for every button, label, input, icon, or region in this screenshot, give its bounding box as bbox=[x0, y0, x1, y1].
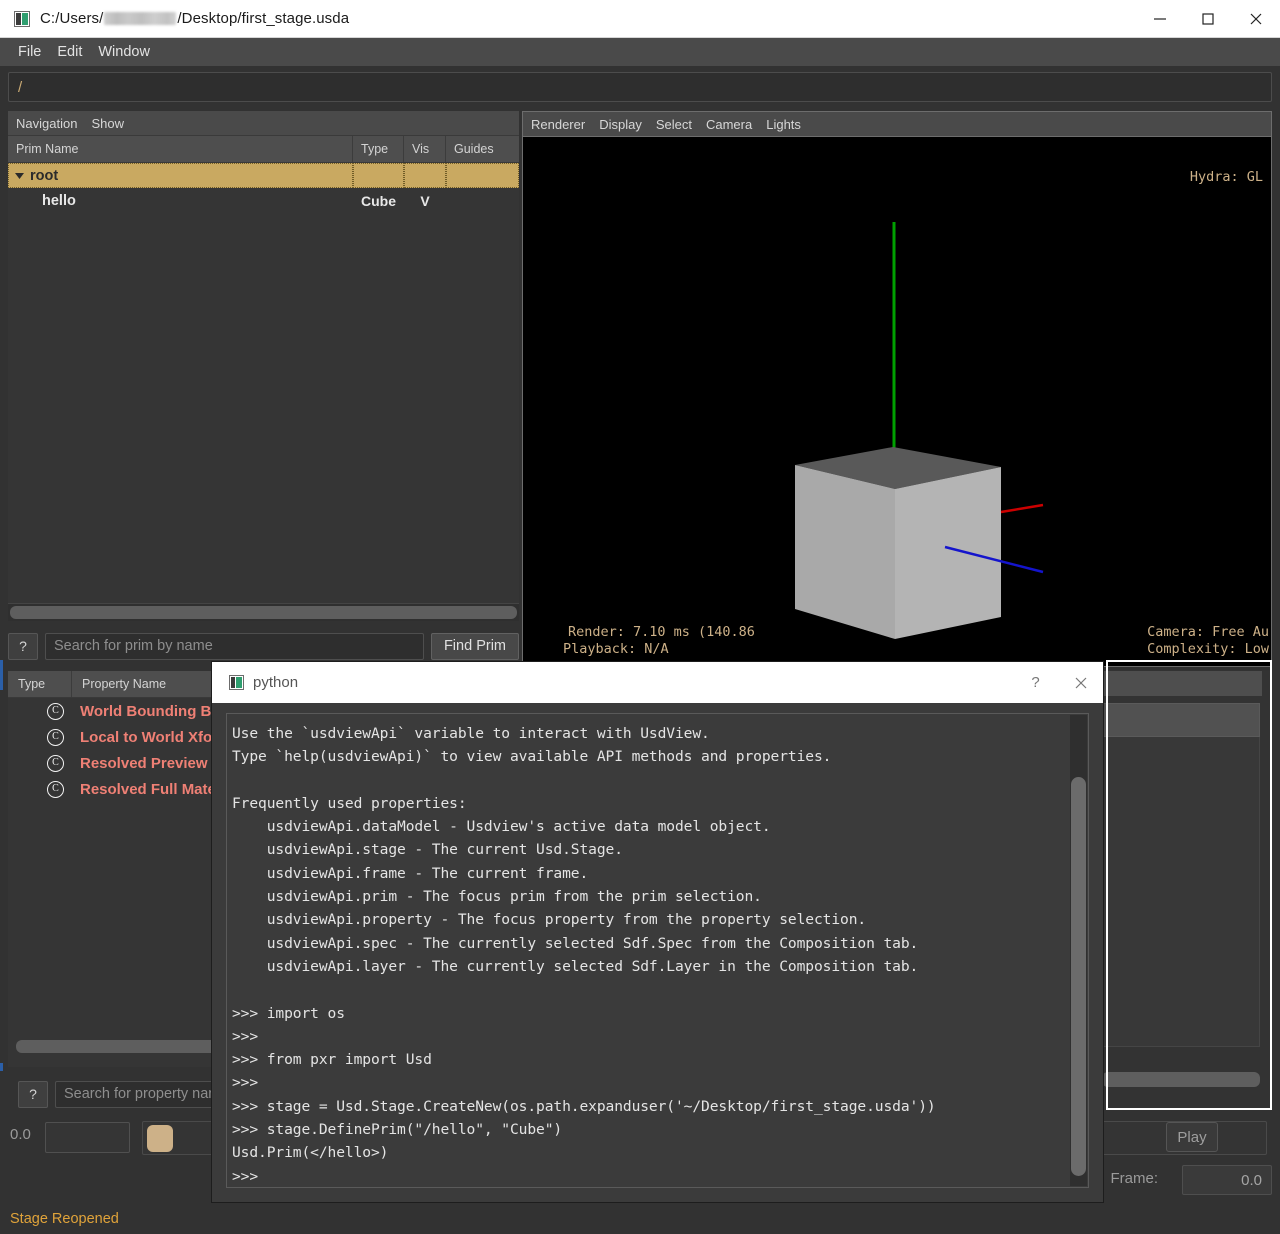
scrollbar-thumb[interactable] bbox=[10, 606, 517, 619]
window-title-suffix: /Desktop/first_stage.usda bbox=[177, 10, 350, 27]
window-edge-accent-2 bbox=[0, 1063, 3, 1071]
console-vscrollbar[interactable] bbox=[1070, 715, 1087, 1186]
hud-camera: Camera: Free Au bbox=[1147, 624, 1269, 640]
close-icon[interactable] bbox=[1058, 662, 1103, 703]
hud-render-stats: Render: 7.10 ms (140.86 bbox=[568, 624, 755, 640]
python-console[interactable]: Use the `usdviewApi` variable to interac… bbox=[226, 713, 1089, 1188]
tab-navigation[interactable]: Navigation bbox=[16, 116, 77, 131]
python-dialog-body: Use the `usdviewApi` variable to interac… bbox=[212, 703, 1103, 1202]
table-row[interactable]: root bbox=[8, 163, 519, 188]
column-header-prim-name[interactable]: Prim Name bbox=[8, 136, 353, 162]
hud-complexity: Complexity: Low bbox=[1147, 641, 1269, 657]
menu-window[interactable]: Window bbox=[90, 41, 158, 63]
column-header-vis[interactable]: Vis bbox=[404, 136, 446, 162]
timeline-start-field[interactable] bbox=[45, 1122, 130, 1153]
maximize-button[interactable] bbox=[1184, 0, 1232, 38]
prim-type-cell bbox=[353, 163, 404, 188]
status-bar: Stage Reopened bbox=[0, 1204, 1280, 1234]
python-window-icon bbox=[229, 675, 244, 690]
timeline-start-value: 0.0 bbox=[10, 1126, 31, 1143]
right-side-panel bbox=[1100, 671, 1272, 1109]
prim-label: root bbox=[30, 167, 59, 184]
column-header-type[interactable]: Type bbox=[353, 136, 404, 162]
prim-label: hello bbox=[42, 192, 76, 209]
prim-search-row: ? Search for prim by name Find Prim bbox=[8, 631, 519, 661]
menu-edit[interactable]: Edit bbox=[49, 41, 90, 63]
computed-property-icon: C bbox=[8, 754, 72, 772]
window-controls bbox=[1136, 0, 1280, 38]
prim-type-cell: Cube bbox=[361, 192, 396, 209]
scrollbar-thumb[interactable] bbox=[1071, 777, 1086, 1176]
python-dialog-controls: ? bbox=[1013, 662, 1103, 703]
help-button[interactable]: ? bbox=[1013, 662, 1058, 703]
frame-input[interactable]: 0.0 bbox=[1182, 1165, 1272, 1195]
computed-property-icon: C bbox=[8, 702, 72, 720]
prim-name-cell[interactable]: root bbox=[8, 163, 353, 188]
tab-show[interactable]: Show bbox=[91, 116, 124, 131]
python-console-text: Use the `usdviewApi` variable to interac… bbox=[232, 725, 936, 1185]
window-title: C:/Users/ /Desktop/first_stage.usda bbox=[40, 10, 349, 27]
prim-vis-cell[interactable]: V bbox=[404, 188, 446, 213]
right-panel-header bbox=[1102, 703, 1260, 737]
usdview-icon bbox=[14, 10, 30, 27]
menu-file[interactable]: File bbox=[10, 41, 49, 63]
path-bar-container: / bbox=[0, 66, 1280, 110]
window-title-prefix: C:/Users/ bbox=[40, 10, 104, 27]
property-search-help-button[interactable]: ? bbox=[18, 1080, 48, 1108]
prim-name-cell[interactable]: hello bbox=[8, 188, 353, 213]
hud-hydra: Hydra: GL bbox=[1189, 169, 1263, 185]
main-menubar: File Edit Window bbox=[0, 38, 1280, 66]
computed-property-icon: C bbox=[8, 728, 72, 746]
window-edge-accent bbox=[0, 660, 3, 690]
frame-slider-handle[interactable] bbox=[147, 1125, 173, 1152]
python-dialog: python ? Use the `usdviewApi` variable t… bbox=[212, 662, 1103, 1202]
prim-path-input[interactable]: / bbox=[8, 72, 1272, 102]
menu-display[interactable]: Display bbox=[599, 117, 642, 132]
python-dialog-title: python bbox=[253, 674, 299, 691]
status-message: Stage Reopened bbox=[10, 1211, 119, 1227]
prim-tree-header: Prim Name Type Vis Guides bbox=[8, 136, 519, 163]
find-prim-button[interactable]: Find Prim bbox=[430, 632, 519, 660]
prim-tree-panel: Navigation Show Prim Name Type Vis Guide… bbox=[8, 111, 519, 635]
hud-playback: Playback: N/A bbox=[563, 641, 669, 657]
menu-renderer[interactable]: Renderer bbox=[531, 117, 585, 132]
chevron-down-icon[interactable] bbox=[8, 169, 30, 182]
close-button[interactable] bbox=[1232, 0, 1280, 38]
column-header-prop-type[interactable]: Type bbox=[8, 671, 72, 697]
prim-tree-hscrollbar[interactable] bbox=[8, 603, 519, 621]
menu-camera[interactable]: Camera bbox=[706, 117, 752, 132]
frame-label: Frame: bbox=[1110, 1170, 1158, 1187]
table-row[interactable]: hello Cube V bbox=[8, 188, 519, 213]
menu-lights[interactable]: Lights bbox=[766, 117, 801, 132]
column-header-guides[interactable]: Guides bbox=[446, 136, 519, 162]
prim-guides-cell[interactable] bbox=[446, 188, 519, 213]
menu-select[interactable]: Select bbox=[656, 117, 692, 132]
right-panel-body bbox=[1102, 737, 1260, 1047]
play-button[interactable]: Play bbox=[1166, 1122, 1218, 1152]
usdview-window: C:/Users/ /Desktop/first_stage.usda File … bbox=[0, 0, 1280, 1234]
prim-tree-body: root hello Cube V bbox=[8, 163, 519, 603]
search-input[interactable]: Search for prim by name bbox=[45, 632, 424, 660]
prim-vis-cell[interactable] bbox=[404, 163, 446, 188]
prim-guides-cell[interactable] bbox=[446, 163, 519, 188]
computed-property-icon: C bbox=[8, 780, 72, 798]
prim-search-help-button[interactable]: ? bbox=[8, 632, 38, 660]
redacted-username bbox=[104, 12, 177, 25]
cube-render bbox=[795, 222, 1044, 639]
right-panel-tabbar[interactable] bbox=[1100, 671, 1262, 696]
viewport-panel: Renderer Display Select Camera Lights Hy… bbox=[522, 111, 1272, 667]
viewport-canvas[interactable]: Hydra: GL Render: 7.10 ms (140.86 Playba… bbox=[522, 136, 1272, 667]
right-panel-hscrollbar[interactable] bbox=[1102, 1072, 1260, 1087]
viewport-menubar: Renderer Display Select Camera Lights bbox=[522, 111, 1272, 136]
prim-tree-tabbar: Navigation Show bbox=[8, 111, 519, 136]
python-dialog-titlebar: python ? bbox=[212, 662, 1103, 703]
window-titlebar: C:/Users/ /Desktop/first_stage.usda bbox=[0, 0, 1280, 38]
minimize-button[interactable] bbox=[1136, 0, 1184, 38]
